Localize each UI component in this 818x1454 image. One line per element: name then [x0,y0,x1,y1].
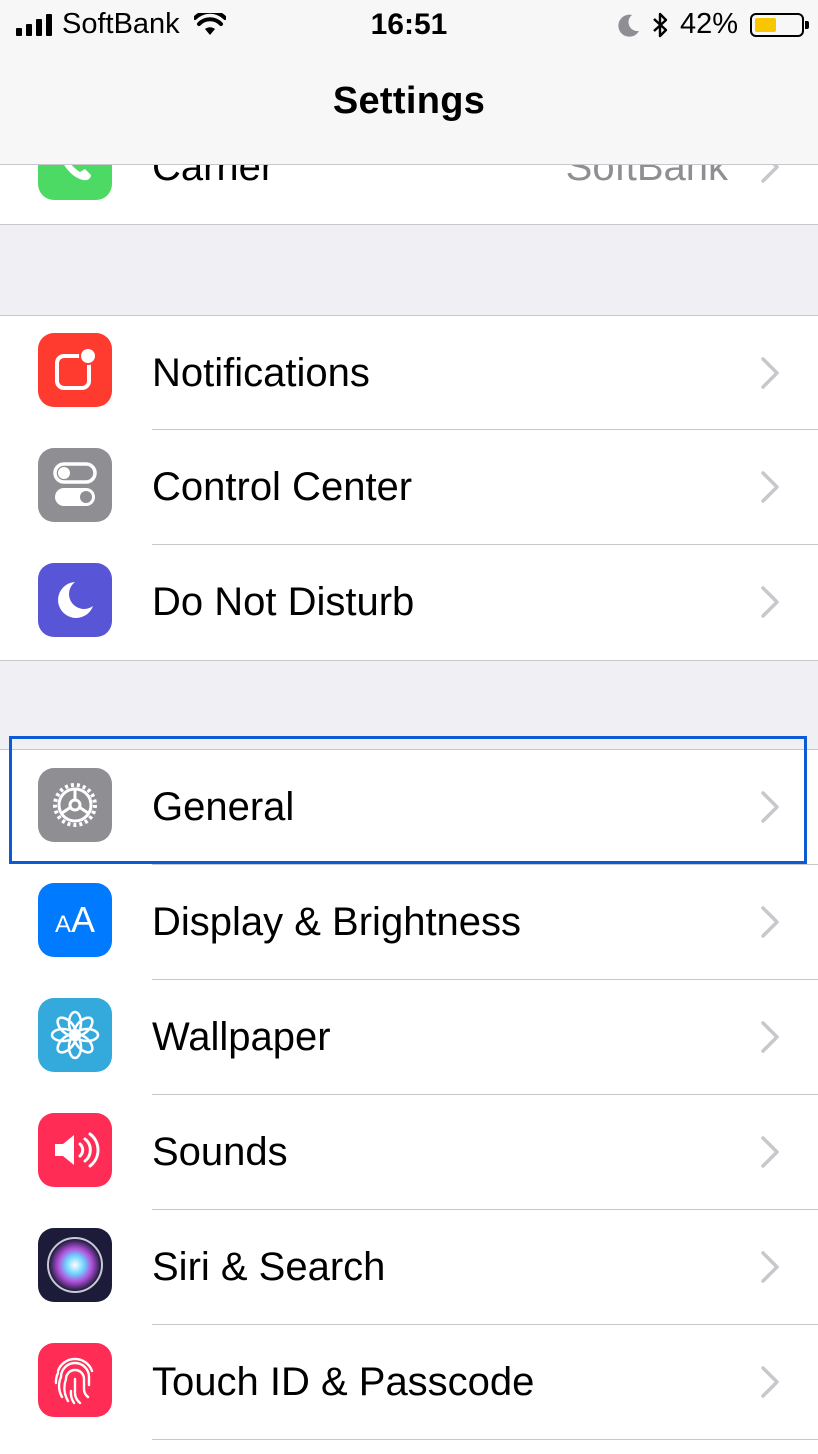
chevron-right-icon [761,1366,779,1398]
settings-row-label: Wallpaper [152,1015,331,1059]
settings-row-control-center[interactable]: Control Center [0,430,818,545]
settings-row-label: Touch ID & Passcode [152,1360,535,1404]
alerts-group: Notifications Control Center Do Not Dist… [0,315,818,661]
chevron-right-icon [761,357,779,389]
settings-row-label: Control Center [152,465,413,509]
row-divider [152,1439,818,1440]
control-center-icon [38,448,112,522]
chevron-right-icon [761,586,779,618]
chevron-right-icon [761,471,779,503]
settings-row-label: Sounds [152,1130,288,1174]
chevron-right-icon [761,1021,779,1053]
status-bar: SoftBank 16:51 42% [0,0,818,58]
settings-row-notifications[interactable]: Notifications [0,316,818,430]
bluetooth-icon [653,12,668,37]
settings-row-display-brightness[interactable]: AA Display & Brightness [0,865,818,980]
siri-icon [38,1228,112,1302]
battery-icon [750,12,809,37]
settings-row-general[interactable]: General [0,750,818,865]
navigation-bar: Settings [0,58,818,165]
settings-row-label: Siri & Search [152,1245,386,1289]
chevron-right-icon [761,1136,779,1168]
moon-icon [38,563,112,637]
settings-row-label: Notifications [152,351,370,395]
settings-row-siri-search[interactable]: Siri & Search [0,1210,818,1325]
settings-row-label: Display & Brightness [152,900,522,944]
wallpaper-flower-icon [38,998,112,1072]
display-icon: AA [38,883,112,957]
chevron-right-icon [761,906,779,938]
settings-row-label: Do Not Disturb [152,580,415,624]
settings-row-wallpaper[interactable]: Wallpaper [0,980,818,1095]
fingerprint-icon [38,1343,112,1417]
chevron-right-icon [761,1251,779,1283]
battery-percent: 42% [679,8,738,40]
chevron-right-icon [761,791,779,823]
moon-icon [618,14,639,37]
page-title: Settings [332,80,486,122]
settings-row-label: General [152,785,295,829]
settings-row-do-not-disturb[interactable]: Do Not Disturb [0,545,818,660]
speaker-icon [38,1113,112,1187]
device-group: General AA Display & Brightness Wallpape… [0,749,818,1454]
notifications-icon [38,333,112,407]
settings-row-sounds[interactable]: Sounds [0,1095,818,1210]
settings-row-touch-id-passcode[interactable]: Touch ID & Passcode [0,1325,818,1440]
gear-icon [38,768,112,842]
